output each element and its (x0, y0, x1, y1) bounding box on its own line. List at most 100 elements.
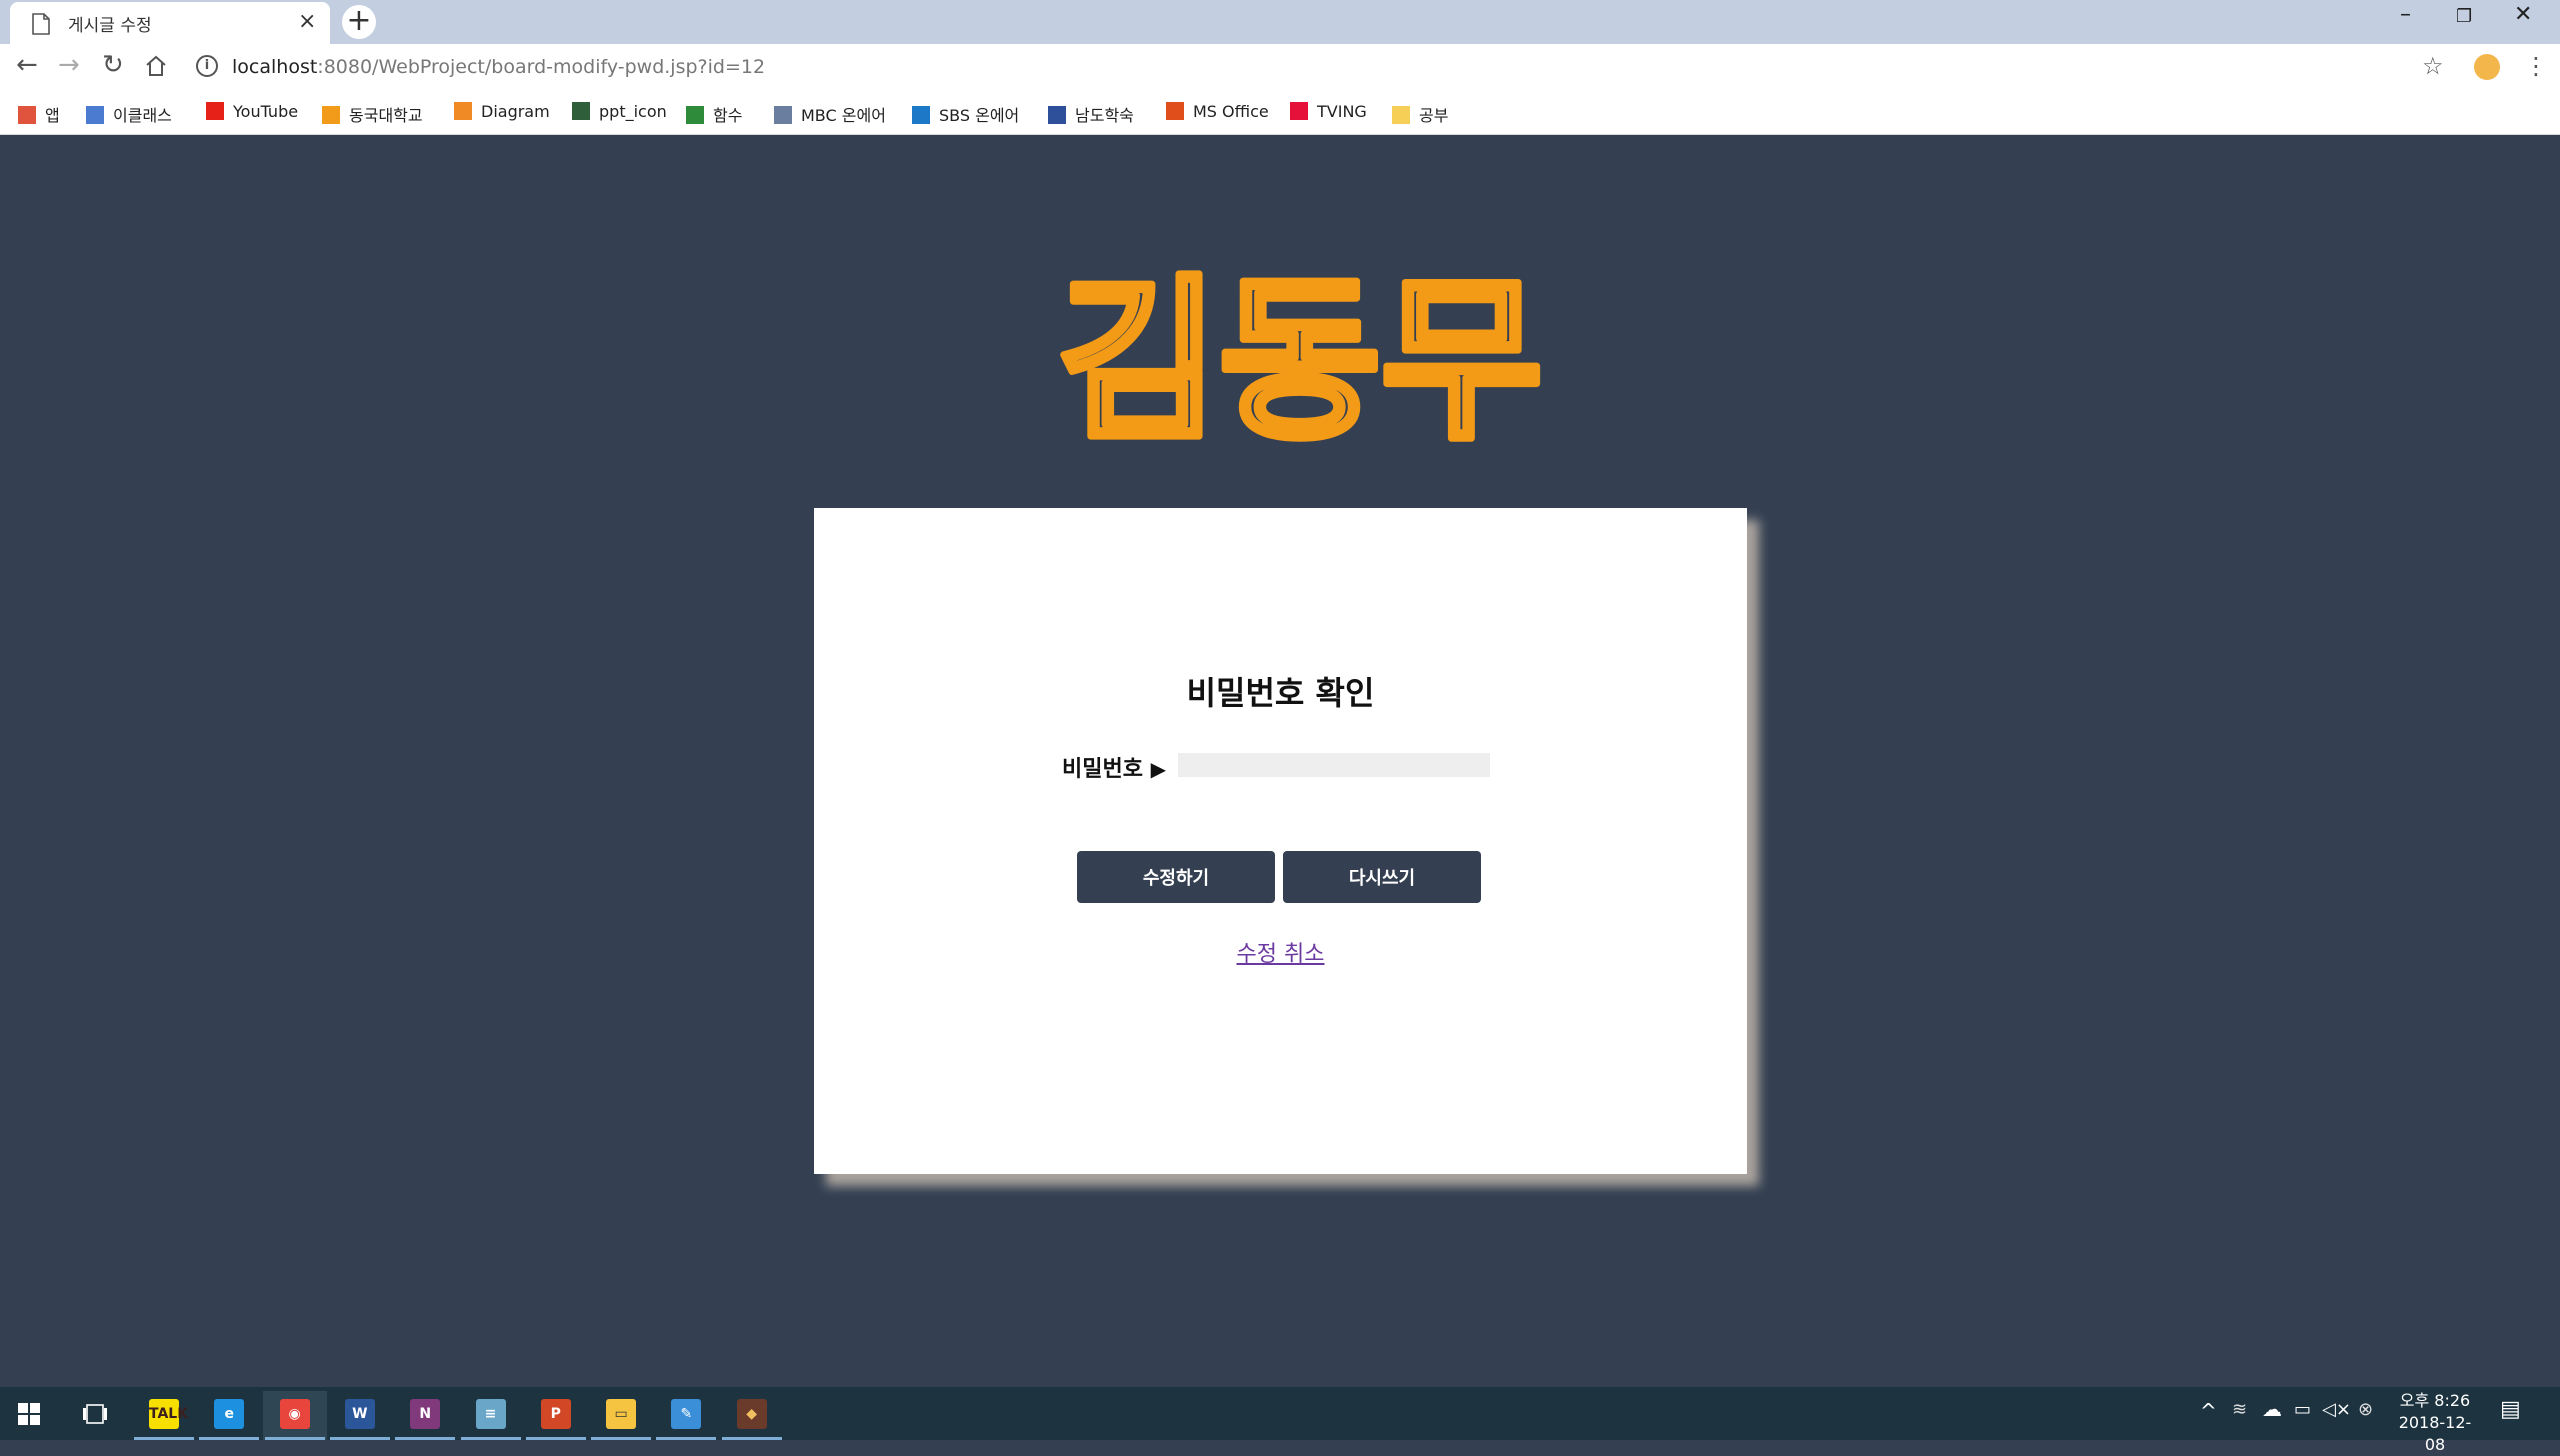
taskbar-app-word[interactable]: W (328, 1391, 392, 1440)
tab-current[interactable]: 게시글 수정 × (10, 2, 330, 44)
home-icon[interactable] (144, 54, 168, 78)
minimize-icon[interactable]: – (2400, 2, 2411, 27)
bookmark-item[interactable]: MS Office (1166, 102, 1269, 121)
powerpoint-icon: P (540, 1399, 571, 1429)
bookmark-item[interactable]: TVING (1290, 102, 1367, 121)
bookmark-item[interactable]: 앱 (18, 102, 60, 126)
taskbar-app-app-editor[interactable]: ✎ (654, 1391, 718, 1440)
function-icon (686, 106, 704, 124)
bookmark-item[interactable]: 남도학숙 (1048, 102, 1134, 126)
taskbar-app-notepad[interactable]: ≡ (459, 1391, 523, 1440)
info-icon[interactable]: i (196, 55, 218, 77)
internet-explorer-icon: e (214, 1399, 245, 1429)
taskbar-app-powerpoint[interactable]: P (524, 1391, 588, 1440)
card-title: 비밀번호 확인 (1186, 674, 1375, 712)
onenote-icon: N (410, 1399, 441, 1429)
bookmark-label: ppt_icon (599, 102, 667, 121)
volume-muted-icon[interactable]: ◁× (2322, 1399, 2351, 1420)
menu-kebab-icon[interactable]: ⋮ (2524, 52, 2548, 80)
task-view-icon[interactable] (82, 1403, 108, 1425)
kakaotalk-icon: TALK (149, 1399, 188, 1429)
bookmark-label: 남도학숙 (1075, 106, 1134, 125)
youtube-icon (206, 102, 224, 120)
bookmark-label: 공부 (1419, 106, 1449, 125)
bookmark-label: 동국대학교 (349, 106, 423, 125)
diagram-icon (454, 102, 472, 120)
folder-icon (1392, 106, 1410, 124)
password-label: 비밀번호 ▶ (1062, 751, 1166, 783)
file-explorer-icon: ▭ (606, 1399, 637, 1429)
bookmark-item[interactable]: MBC 온에어 (774, 102, 886, 126)
bookmark-label: MBC 온에어 (801, 106, 886, 125)
bookmark-label: 이클래스 (113, 106, 172, 125)
password-card: 비밀번호 확인 비밀번호 ▶ 수정하기 다시쓰기 수정 취소 (814, 508, 1747, 1174)
taskbar: TALK e ◉ W N ≡ P ▭ ✎ ◆ ^ ≋ ☁ ▭ ◁× ⊗ ▤ (0, 1387, 2560, 1440)
taskbar-clock[interactable]: 오후 8:26 2018-12-08 (2390, 1390, 2480, 1456)
battery-icon[interactable]: ▭ (2294, 1399, 2311, 1420)
tab-strip: 게시글 수정 × + – ❐ ✕ (0, 0, 2560, 44)
taskbar-app-internet-explorer[interactable]: e (197, 1391, 261, 1440)
notepad-icon: ≡ (475, 1399, 506, 1429)
dongguk-icon (322, 106, 340, 124)
back-icon[interactable]: ← (16, 50, 38, 80)
bookmark-label: 함수 (713, 106, 743, 125)
notification-icon[interactable]: ▤ (2500, 1397, 2521, 1422)
profile-avatar[interactable] (2474, 54, 2500, 80)
bookmark-label: YouTube (233, 102, 299, 121)
bookmark-item[interactable]: 함수 (686, 102, 742, 126)
bookmarks-bar: 앱 이클래스 YouTube 동국대학교 Diagram ppt_icon 함수 MBC 온에… (0, 92, 2560, 135)
cancel-modify-link[interactable]: 수정 취소 (814, 936, 1747, 968)
password-label-text: 비밀번호 (1062, 757, 1143, 782)
taskbar-app-app-game[interactable]: ◆ (720, 1391, 784, 1440)
bookmark-label: TVING (1317, 102, 1367, 121)
tab-title: 게시글 수정 (68, 16, 152, 36)
bookmark-item[interactable]: 공부 (1392, 102, 1448, 126)
windows-start-icon[interactable] (18, 1403, 40, 1425)
app-game-icon: ◆ (736, 1399, 767, 1429)
document-icon (32, 13, 50, 35)
bookmark-label: 앱 (45, 106, 60, 125)
password-input[interactable] (1178, 753, 1490, 777)
forward-icon[interactable]: → (58, 50, 80, 80)
bookmark-label: MS Office (1193, 102, 1269, 121)
eclass-icon (86, 106, 104, 124)
bookmark-item[interactable]: YouTube (206, 102, 298, 121)
tab-close-icon[interactable]: × (298, 9, 316, 34)
svg-text:김동무: 김동무 (1057, 262, 1543, 442)
word-icon: W (344, 1399, 375, 1429)
onedrive-icon[interactable]: ☁ (2262, 1397, 2282, 1421)
new-tab-button[interactable]: + (342, 5, 376, 39)
bookmark-star-icon[interactable]: ☆ (2422, 52, 2444, 80)
app-editor-icon: ✎ (671, 1399, 702, 1429)
ppt-icon-bookmark (572, 102, 590, 120)
bookmark-item[interactable]: 동국대학교 (322, 102, 423, 126)
reset-button[interactable]: 다시쓰기 (1283, 851, 1481, 903)
modify-button[interactable]: 수정하기 (1077, 851, 1275, 903)
clock-date: 2018-12-08 (2398, 1413, 2472, 1454)
mbc-icon (774, 106, 792, 124)
sbs-icon (912, 106, 930, 124)
site-logo: 김동무 (1054, 262, 1547, 442)
taskbar-app-onenote[interactable]: N (393, 1391, 457, 1440)
taskbar-app-file-explorer[interactable]: ▭ (589, 1391, 653, 1440)
tving-icon (1290, 102, 1308, 120)
arrow-right-icon: ▶ (1150, 757, 1167, 781)
bookmark-item[interactable]: ppt_icon (572, 102, 667, 121)
bookmark-item[interactable]: Diagram (454, 102, 550, 121)
office-icon (1166, 102, 1184, 120)
bookmark-item[interactable]: SBS 온에어 (912, 102, 1019, 126)
reload-icon[interactable]: ↻ (102, 50, 124, 80)
taskbar-app-kakaotalk[interactable]: TALK (132, 1391, 196, 1440)
taskbar-app-chrome[interactable]: ◉ (262, 1391, 327, 1440)
bookmark-item[interactable]: 이클래스 (86, 102, 172, 126)
apps-grid-icon (18, 106, 36, 124)
wifi-icon[interactable]: ≋ (2232, 1399, 2247, 1420)
network-off-icon[interactable]: ⊗ (2358, 1399, 2373, 1420)
namdo-icon (1048, 106, 1066, 124)
bookmark-label: Diagram (481, 102, 550, 121)
url-text: localhost:8080/WebProject/board-modify-p… (232, 56, 766, 78)
chrome-icon: ◉ (279, 1399, 310, 1429)
restore-icon[interactable]: ❐ (2456, 6, 2472, 27)
close-window-icon[interactable]: ✕ (2514, 2, 2532, 27)
chevron-up-icon[interactable]: ^ (2200, 1399, 2217, 1423)
